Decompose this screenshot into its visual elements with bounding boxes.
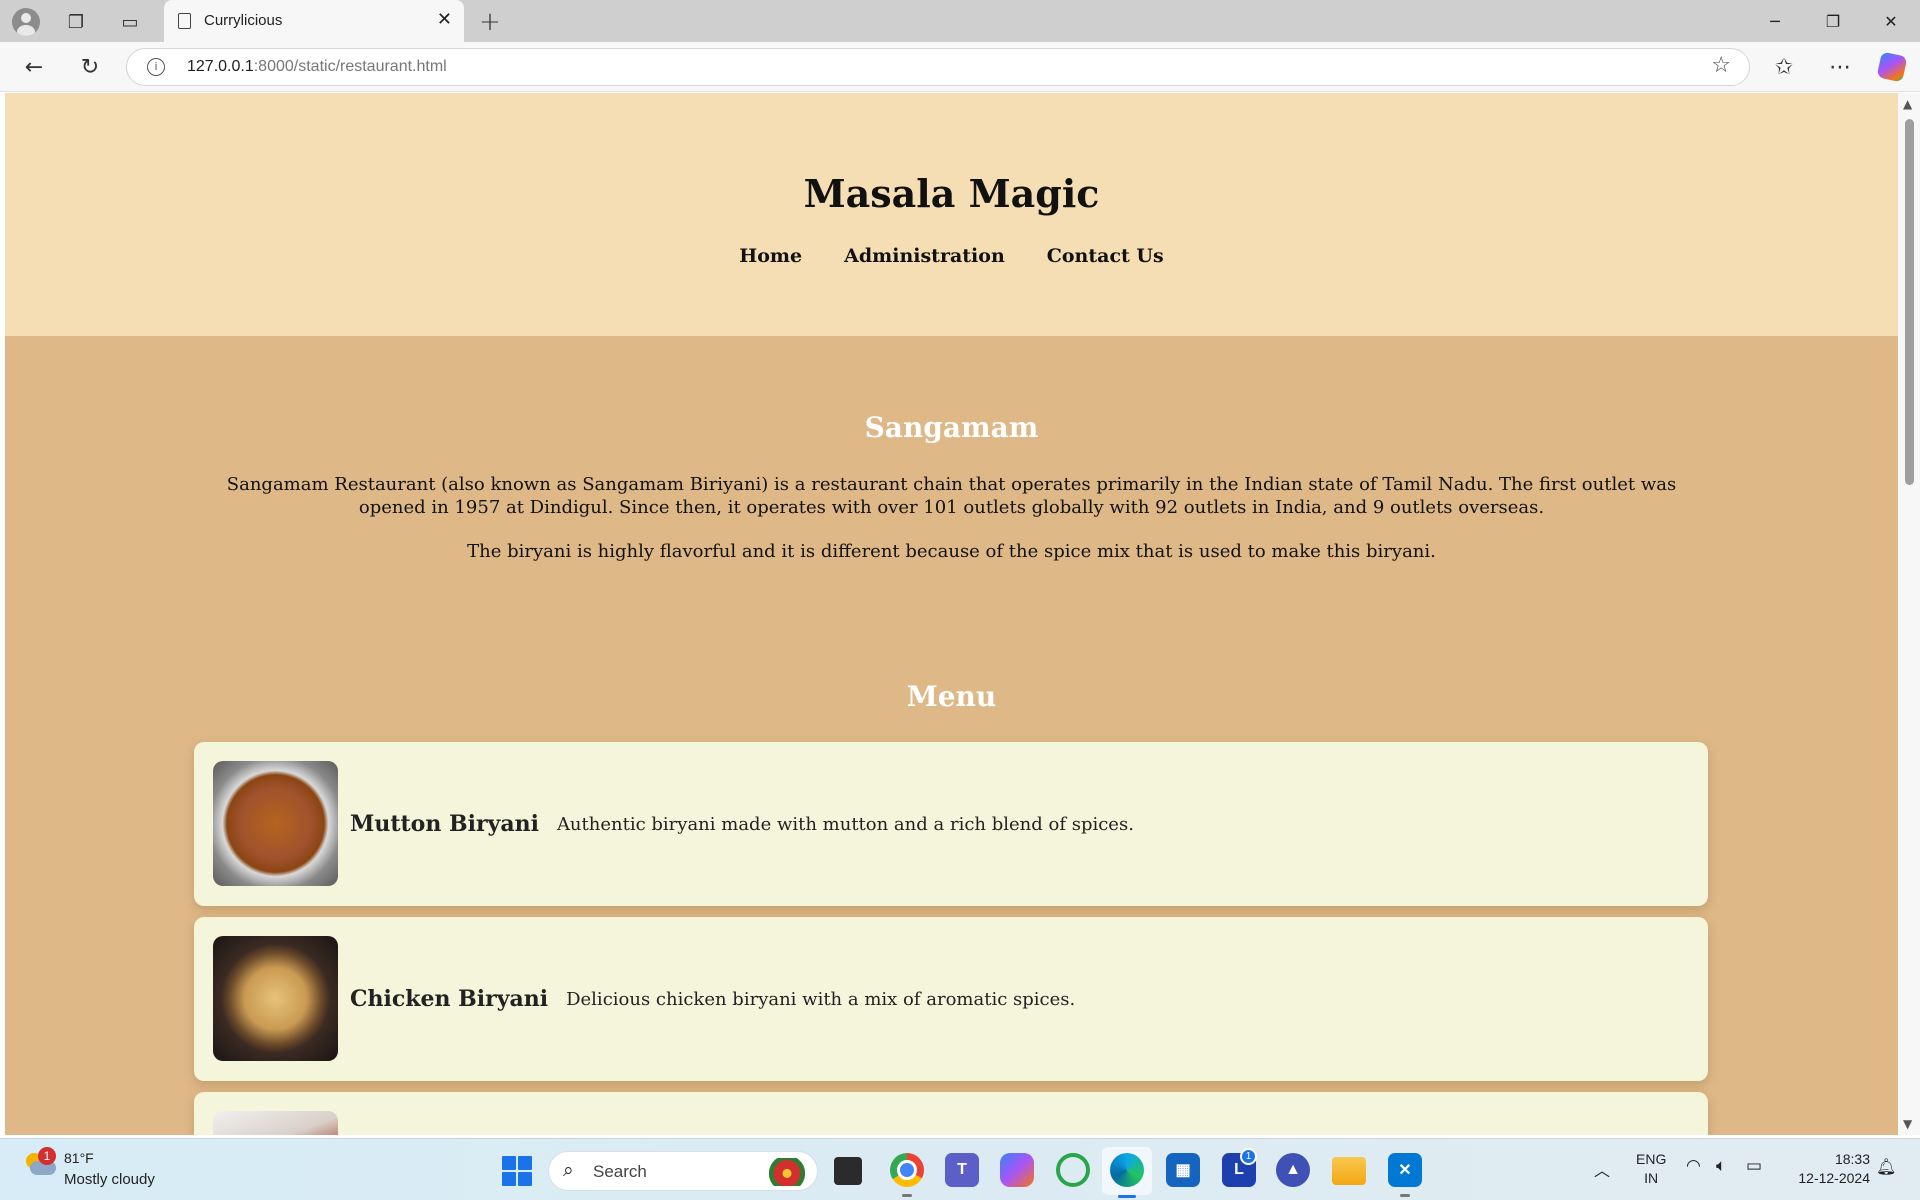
system-clock[interactable]: 18:33 12-12-2024 bbox=[1784, 1150, 1870, 1188]
menu-item-name: Mutton Biryani bbox=[350, 811, 539, 837]
scrollbar-thumb[interactable] bbox=[1905, 119, 1914, 485]
about-paragraph: The biryani is highly flavorful and it i… bbox=[467, 541, 1436, 562]
more-icon[interactable]: ⋯ bbox=[1826, 53, 1854, 81]
vscode-app-icon[interactable]: ✕ bbox=[1388, 1153, 1422, 1187]
chrome-app-icon[interactable] bbox=[890, 1153, 924, 1187]
close-tab-icon[interactable]: ✕ bbox=[437, 9, 452, 30]
copilot-icon[interactable] bbox=[1876, 51, 1908, 83]
menu-item-name: Chicken Biryani bbox=[350, 986, 549, 1012]
battery-icon[interactable]: ▭ bbox=[1746, 1156, 1762, 1176]
nav-link-contact-us[interactable]: Contact Us bbox=[1047, 245, 1164, 267]
menu-item-description: Delicious chicken biryani with a mix of … bbox=[566, 988, 1076, 1010]
site-title: Masala Magic bbox=[803, 171, 1100, 216]
clock-time: 18:33 bbox=[1834, 1151, 1870, 1167]
scroll-down-arrow-icon[interactable]: ▼ bbox=[1903, 1117, 1912, 1131]
new-tab-icon[interactable]: + bbox=[476, 7, 504, 37]
site-header: Masala Magic Home Administration Contact… bbox=[5, 93, 1898, 336]
windows-taskbar: 1 81°F Mostly cloudy ⌕ Search T ▦ L 1 ▲ … bbox=[0, 1138, 1920, 1200]
info-icon[interactable]: i bbox=[147, 58, 165, 76]
scroll-up-arrow-icon[interactable]: ▲ bbox=[1903, 97, 1912, 111]
about-title: Sangamam bbox=[864, 411, 1039, 444]
file-manager-app-icon[interactable] bbox=[834, 1157, 862, 1185]
browser-tab-bar: ❐ ▭ Currylicious ✕ + ─ ❐ ✕ bbox=[0, 0, 1920, 42]
wifi-icon[interactable]: ◠ bbox=[1686, 1156, 1701, 1176]
menu-item-text: Chicken Biryani Delicious chicken biryan… bbox=[350, 917, 1075, 1081]
favorites-icon[interactable]: ✩ bbox=[1770, 53, 1798, 81]
tab-title: Currylicious bbox=[204, 12, 283, 29]
region-code: IN bbox=[1644, 1170, 1659, 1186]
url-host: 127.0.0.1 bbox=[187, 58, 254, 75]
teams-app-icon[interactable]: T bbox=[945, 1153, 979, 1187]
vpn-app-icon[interactable]: ▲ bbox=[1276, 1153, 1310, 1187]
menu-item-text: Mutton Biryani Authentic biryani made wi… bbox=[350, 742, 1134, 906]
dish-image bbox=[213, 1111, 338, 1135]
back-arrow-icon[interactable]: ← bbox=[20, 53, 48, 81]
close-window-button[interactable]: ✕ bbox=[1868, 6, 1914, 36]
refresh-app-icon[interactable] bbox=[1056, 1153, 1090, 1187]
weather-temperature[interactable]: 81°F bbox=[64, 1150, 94, 1166]
store-app-icon[interactable]: ▦ bbox=[1166, 1153, 1200, 1187]
menu-item-description: Authentic biryani made with mutton and a… bbox=[556, 813, 1134, 835]
url-path: :8000/static/restaurant.html bbox=[253, 58, 447, 75]
address-bar[interactable]: i 127.0.0.1:8000/static/restaurant.html … bbox=[126, 48, 1750, 86]
about-paragraph: Sangamam Restaurant (also known as Sanga… bbox=[226, 474, 1677, 518]
star-icon[interactable]: ☆ bbox=[1711, 53, 1731, 78]
menu-item-card: Chicken Biryani Delicious chicken biryan… bbox=[194, 917, 1708, 1081]
search-label: Search bbox=[593, 1162, 647, 1181]
active-indicator bbox=[1118, 1195, 1136, 1198]
profile-icon[interactable] bbox=[12, 8, 40, 36]
restore-window-button[interactable]: ❐ bbox=[1810, 6, 1856, 36]
refresh-icon[interactable]: ↻ bbox=[76, 53, 104, 81]
page-icon bbox=[178, 13, 191, 29]
weather-badge: 1 bbox=[38, 1147, 56, 1165]
notification-bell-icon[interactable]: 🔔︎ bbox=[1876, 1157, 1896, 1176]
tray-chevron-up-icon[interactable]: ︿ bbox=[1594, 1157, 1610, 1181]
nav-link-home[interactable]: Home bbox=[739, 245, 802, 267]
workspaces-icon[interactable]: ❐ bbox=[62, 8, 90, 36]
windows-start-icon[interactable] bbox=[502, 1156, 532, 1186]
browser-toolbar: ← ↻ i 127.0.0.1:8000/static/restaurant.h… bbox=[0, 42, 1920, 92]
copilot-app-icon[interactable] bbox=[1000, 1153, 1034, 1187]
tab-actions-icon[interactable]: ▭ bbox=[116, 8, 144, 36]
menu-title: Menu bbox=[906, 680, 997, 713]
nav-link-administration[interactable]: Administration bbox=[844, 245, 1005, 267]
url-text[interactable]: 127.0.0.1:8000/static/restaurant.html bbox=[187, 58, 447, 76]
taskbar-search[interactable]: ⌕ Search bbox=[548, 1151, 818, 1191]
site-nav: Home Administration Contact Us bbox=[5, 245, 1898, 267]
volume-icon[interactable]: 🔈︎ bbox=[1716, 1156, 1726, 1176]
clock-date: 12-12-2024 bbox=[1798, 1170, 1870, 1186]
menu-item-card bbox=[194, 1092, 1708, 1135]
minimize-window-button[interactable]: ─ bbox=[1752, 6, 1798, 36]
chicken-biryani-image bbox=[213, 936, 338, 1061]
edge-app-icon[interactable] bbox=[1110, 1153, 1144, 1187]
search-highlight-icon bbox=[769, 1158, 805, 1186]
language-indicator[interactable]: ENG IN bbox=[1636, 1150, 1666, 1188]
mutton-biryani-image bbox=[213, 761, 338, 886]
running-indicator bbox=[1400, 1194, 1410, 1197]
page-viewport: Masala Magic Home Administration Contact… bbox=[5, 93, 1898, 1135]
running-indicator bbox=[902, 1194, 912, 1197]
browser-tab[interactable]: Currylicious ✕ bbox=[164, 0, 464, 42]
language-code: ENG bbox=[1636, 1151, 1667, 1167]
folder-app-icon[interactable] bbox=[1332, 1157, 1366, 1185]
page-scrollbar[interactable]: ▲ ▼ bbox=[1898, 93, 1920, 1135]
weather-description[interactable]: Mostly cloudy bbox=[64, 1171, 155, 1188]
menu-item-card: Mutton Biryani Authentic biryani made wi… bbox=[194, 742, 1708, 906]
search-icon: ⌕ bbox=[563, 1159, 574, 1181]
l-app-badge: 1 bbox=[1240, 1148, 1257, 1165]
